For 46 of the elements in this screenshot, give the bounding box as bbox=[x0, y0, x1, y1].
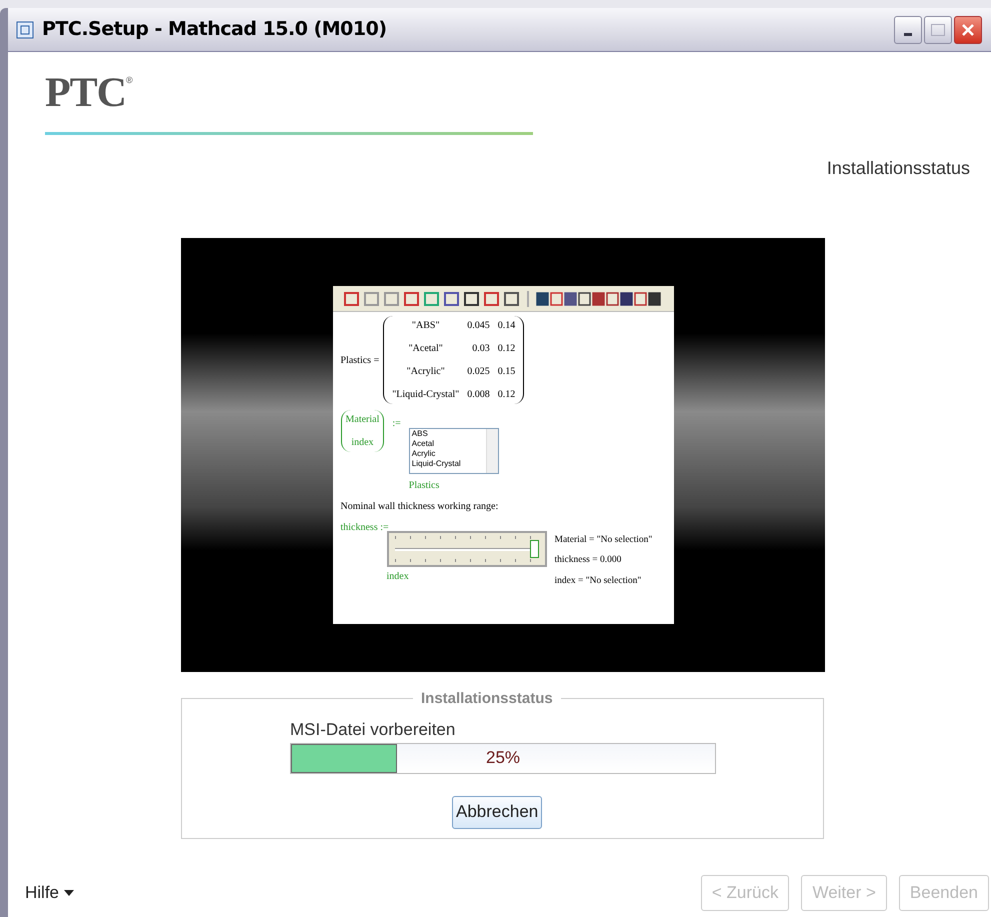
logo: PTC bbox=[45, 72, 126, 114]
list-box[interactable]: ABS Acetal Acrylic Liquid-Crystal bbox=[408, 428, 499, 474]
matrix-cell-text: 0.15 bbox=[498, 365, 516, 379]
matrix-cell-text: 0.14 bbox=[498, 319, 516, 333]
list-item[interactable]: Acetal bbox=[412, 439, 484, 449]
matrix-cell-text: 0.03 bbox=[471, 342, 490, 356]
minimize-button[interactable] bbox=[894, 16, 922, 44]
logo-mark: ® bbox=[126, 74, 133, 87]
matrix-cell-text: "Acetal" bbox=[408, 342, 444, 356]
matrix-cell-text: 0.008 bbox=[467, 388, 490, 402]
progress-reading: 25% bbox=[486, 747, 520, 770]
list-item[interactable]: Acrylic bbox=[412, 449, 484, 459]
result-text: index = "No selection" bbox=[554, 574, 642, 588]
result-text: Material = "No selection" bbox=[554, 534, 652, 547]
matrix-cell-text: 0.045 bbox=[467, 319, 490, 333]
result-text: thickness = 0.000 bbox=[554, 554, 622, 568]
list-label: Plastics bbox=[408, 479, 440, 493]
caret-icon bbox=[64, 890, 74, 896]
matrix-cell-text: 0.12 bbox=[498, 342, 516, 356]
slider-label: index bbox=[386, 570, 410, 584]
window-title: PTC.Setup - Mathcad 15.0 (M010) bbox=[42, 17, 388, 42]
scrollbar[interactable] bbox=[486, 429, 498, 473]
page-heading: Installationsstatus bbox=[826, 157, 970, 180]
app-icon bbox=[16, 20, 34, 38]
variable-name: index bbox=[351, 436, 374, 450]
list-item[interactable]: ABS bbox=[412, 429, 484, 439]
close-button[interactable] bbox=[954, 16, 982, 44]
list-item[interactable]: Liquid-Crystal bbox=[412, 459, 484, 469]
matrix-name: Plastics = bbox=[340, 354, 380, 368]
variable-name: Material bbox=[346, 413, 380, 427]
slider-thumb[interactable] bbox=[530, 540, 538, 558]
slider-track[interactable] bbox=[394, 540, 538, 558]
minimize-icon bbox=[904, 32, 912, 36]
cancel-button[interactable]: Abbrechen bbox=[452, 796, 542, 828]
matrix-cell-text: "Liquid-Crystal" bbox=[392, 388, 460, 402]
matrix-cell-text: 0.12 bbox=[498, 388, 516, 402]
close-icon bbox=[961, 22, 975, 36]
matrix-cell-text: "Acrylic" bbox=[406, 365, 446, 379]
maximize-icon bbox=[931, 24, 945, 36]
variable-definition: thickness := bbox=[340, 521, 389, 535]
matrix-cell-text: "ABS" bbox=[410, 319, 441, 333]
task-label: MSI-Datei vorbereiten bbox=[290, 719, 456, 741]
assignment-operator: := bbox=[392, 417, 401, 431]
note-text: Nominal wall thickness working range: bbox=[340, 500, 500, 514]
help-menu[interactable]: Hilfe bbox=[25, 880, 74, 906]
matrix-cell-text: 0.025 bbox=[467, 365, 490, 379]
